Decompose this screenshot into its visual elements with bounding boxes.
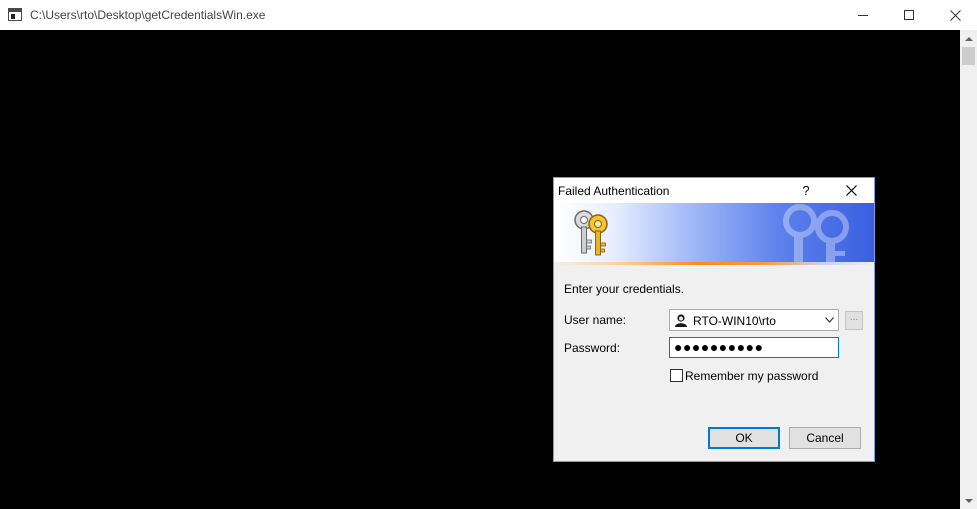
username-dropdown-button[interactable]	[820, 310, 838, 330]
cancel-button[interactable]: Cancel	[789, 427, 861, 449]
username-label: User name:	[564, 313, 627, 327]
minimize-icon	[858, 14, 868, 16]
user-icon	[674, 313, 688, 327]
dialog-titlebar[interactable]: Failed Authentication ?	[554, 178, 874, 203]
dialog-banner	[554, 203, 874, 262]
maximize-button[interactable]	[886, 0, 932, 30]
username-value: RTO-WIN10\rto	[693, 314, 776, 328]
keys-icon	[574, 210, 608, 256]
scroll-down-button[interactable]	[960, 492, 977, 509]
remember-password-label[interactable]: Remember my password	[685, 369, 818, 383]
console-window-title: C:\Users\rto\Desktop\getCredentialsWin.e…	[30, 8, 266, 22]
close-icon	[949, 9, 961, 21]
vertical-scrollbar[interactable]	[960, 30, 977, 509]
scroll-up-button[interactable]	[960, 30, 977, 47]
maximize-icon	[904, 10, 914, 20]
chevron-up-icon	[964, 36, 973, 41]
console-app-icon[interactable]	[8, 8, 22, 21]
chevron-down-icon	[964, 498, 973, 503]
minimize-button[interactable]	[840, 0, 886, 30]
password-value: ●●●●●●●●●●	[674, 339, 764, 355]
banner-divider	[554, 262, 874, 265]
dialog-prompt: Enter your credentials.	[564, 282, 685, 296]
password-field[interactable]: ●●●●●●●●●●	[669, 337, 839, 358]
dialog-close-button[interactable]	[834, 178, 868, 203]
dialog-title: Failed Authentication	[558, 184, 670, 198]
keys-watermark-icon	[783, 204, 849, 262]
console-titlebar[interactable]: C:\Users\rto\Desktop\getCredentialsWin.e…	[0, 0, 977, 30]
password-label: Password:	[564, 341, 621, 355]
ok-button[interactable]: OK	[708, 427, 780, 449]
credentials-dialog: Failed Authentication ? Enter your crede…	[553, 177, 875, 462]
username-combobox[interactable]: RTO-WIN10\rto	[669, 309, 839, 331]
close-window-button[interactable]	[932, 0, 977, 30]
chevron-down-icon	[824, 317, 834, 323]
remember-password-checkbox[interactable]	[670, 369, 683, 382]
browse-users-button[interactable]: ...	[845, 311, 863, 330]
scrollbar-thumb[interactable]	[962, 47, 975, 65]
close-icon	[845, 185, 857, 196]
help-button[interactable]: ?	[794, 178, 818, 203]
